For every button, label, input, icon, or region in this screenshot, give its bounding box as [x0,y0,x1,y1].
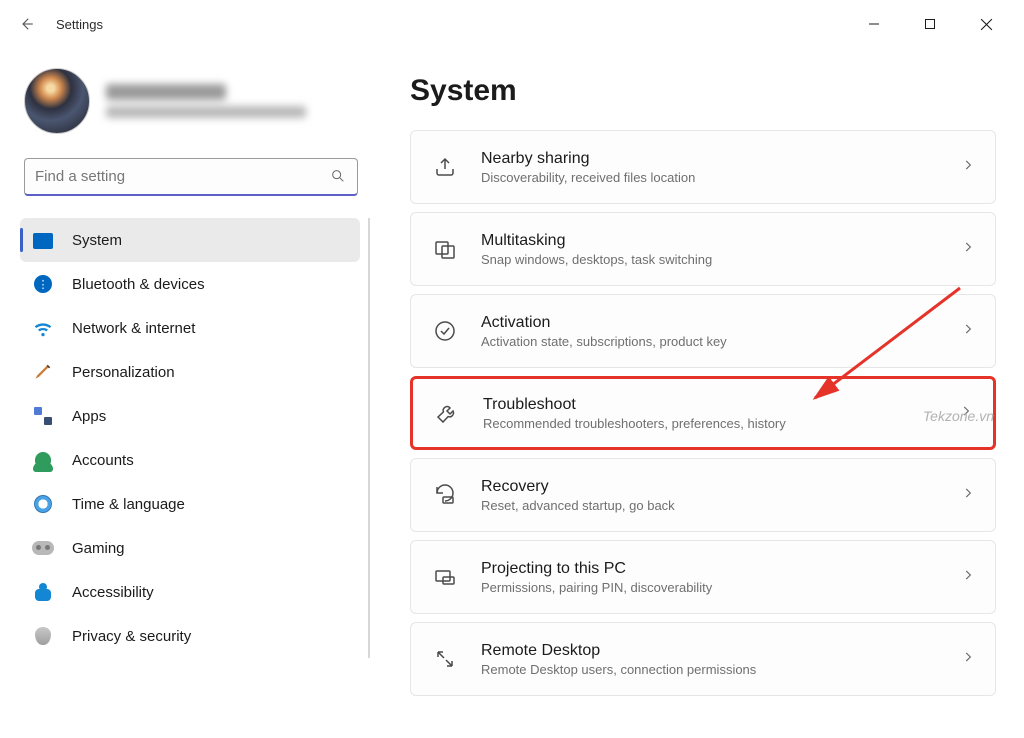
sidebar-item-label: Apps [72,408,106,425]
sidebar-item-network[interactable]: Network & internet [20,306,360,350]
chevron-right-icon [961,650,975,669]
gamepad-icon [32,537,54,559]
card-recovery[interactable]: Recovery Reset, advanced startup, go bac… [410,458,996,532]
back-arrow-icon [17,15,35,33]
multitasking-icon [431,235,459,263]
window-controls [852,9,1016,39]
checkmark-circle-icon [431,317,459,345]
sidebar-item-label: System [72,232,122,249]
remote-desktop-icon [431,645,459,673]
projecting-icon [431,563,459,591]
card-desc: Remote Desktop users, connection permiss… [481,662,961,677]
profile-email [106,106,306,118]
watermark: Tekzone.vn [923,408,994,424]
card-nearby-sharing[interactable]: Nearby sharing Discoverability, received… [410,130,996,204]
apps-icon [32,405,54,427]
chevron-right-icon [961,158,975,177]
close-icon [980,18,993,31]
search-icon [330,168,346,189]
sidebar-item-accessibility[interactable]: Accessibility [20,570,360,614]
sidebar-item-label: Personalization [72,364,175,381]
minimize-button[interactable] [852,9,896,39]
card-title: Troubleshoot [483,396,959,414]
sidebar-item-label: Accessibility [72,584,154,601]
sidebar-item-system[interactable]: System [20,218,360,262]
sidebar-item-label: Time & language [72,496,185,513]
paintbrush-icon [32,361,54,383]
card-desc: Activation state, subscriptions, product… [481,334,961,349]
wifi-icon [32,317,54,339]
card-desc: Recommended troubleshooters, preferences… [483,416,959,431]
bluetooth-icon: ⋮ [32,273,54,295]
wrench-icon [433,399,461,427]
sidebar-item-label: Privacy & security [72,628,191,645]
maximize-button[interactable] [908,9,952,39]
sidebar-item-gaming[interactable]: Gaming [20,526,360,570]
accounts-icon [32,449,54,471]
search-wrap [24,158,358,196]
chevron-right-icon [961,240,975,259]
accessibility-icon [32,581,54,603]
profile-block[interactable] [20,60,370,150]
settings-cards: Nearby sharing Discoverability, received… [410,130,996,716]
card-title: Activation [481,314,961,332]
sidebar-item-accounts[interactable]: Accounts [20,438,360,482]
card-desc: Permissions, pairing PIN, discoverabilit… [481,580,961,595]
window-title: Settings [56,17,852,32]
sidebar-item-apps[interactable]: Apps [20,394,360,438]
page-title: System [410,74,996,108]
card-activation[interactable]: Activation Activation state, subscriptio… [410,294,996,368]
profile-name [106,84,226,100]
chevron-right-icon [961,486,975,505]
card-title: Projecting to this PC [481,560,961,578]
card-title: Nearby sharing [481,150,961,168]
shield-icon [32,625,54,647]
sidebar: System ⋮ Bluetooth & devices Network & i… [0,48,370,738]
card-desc: Reset, advanced startup, go back [481,498,961,513]
card-title: Recovery [481,478,961,496]
back-button[interactable] [8,6,44,42]
search-input[interactable] [24,158,358,196]
sidebar-item-personalization[interactable]: Personalization [20,350,360,394]
close-button[interactable] [964,9,1008,39]
globe-clock-icon [32,493,54,515]
sidebar-nav: System ⋮ Bluetooth & devices Network & i… [20,218,370,658]
main-content: System Nearby sharing Discoverability, r… [370,48,1024,738]
card-title: Multitasking [481,232,961,250]
maximize-icon [924,18,936,30]
sidebar-item-time[interactable]: Time & language [20,482,360,526]
card-remote-desktop[interactable]: Remote Desktop Remote Desktop users, con… [410,622,996,696]
avatar [24,68,90,134]
card-troubleshoot[interactable]: Troubleshoot Recommended troubleshooters… [410,376,996,450]
card-title: Remote Desktop [481,642,961,660]
sidebar-item-bluetooth[interactable]: ⋮ Bluetooth & devices [20,262,360,306]
sidebar-item-label: Accounts [72,452,134,469]
chevron-right-icon [961,568,975,587]
card-projecting[interactable]: Projecting to this PC Permissions, pairi… [410,540,996,614]
card-multitasking[interactable]: Multitasking Snap windows, desktops, tas… [410,212,996,286]
chevron-right-icon [961,322,975,341]
sidebar-item-privacy[interactable]: Privacy & security [20,614,360,658]
recovery-icon [431,481,459,509]
card-desc: Snap windows, desktops, task switching [481,252,961,267]
profile-text [106,84,306,118]
minimize-icon [868,18,880,30]
sidebar-item-label: Network & internet [72,320,195,337]
system-icon [32,229,54,251]
titlebar: Settings [0,0,1024,48]
card-desc: Discoverability, received files location [481,170,961,185]
sidebar-item-label: Gaming [72,540,125,557]
share-icon [431,153,459,181]
sidebar-item-label: Bluetooth & devices [72,276,205,293]
